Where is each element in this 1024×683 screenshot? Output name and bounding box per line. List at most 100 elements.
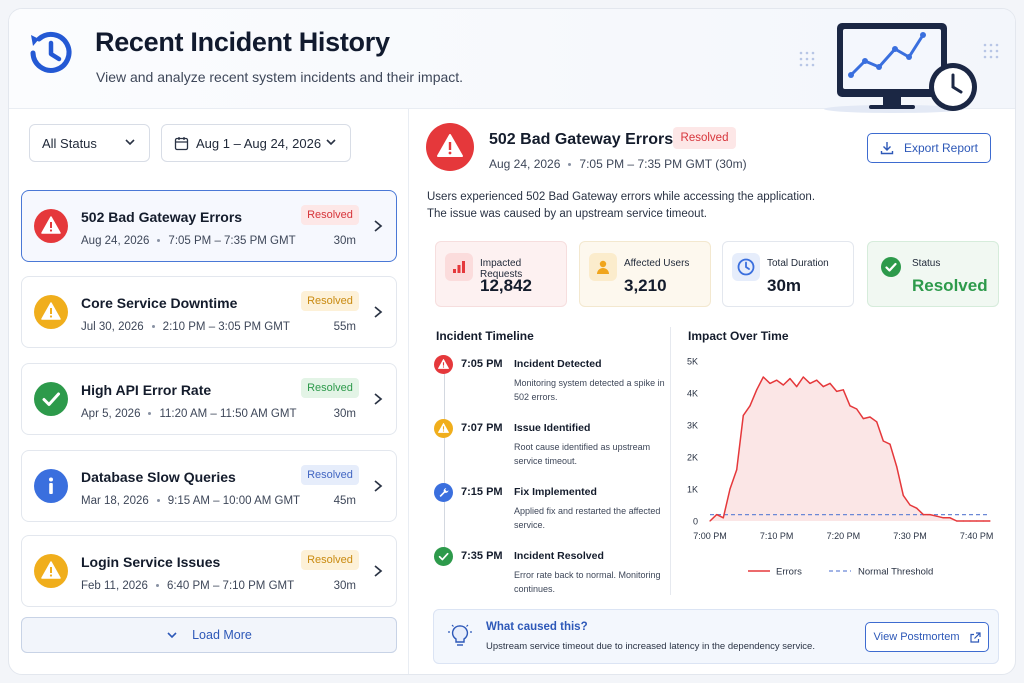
x-tick-label: 7:40 PM [960, 531, 994, 541]
errors-point [709, 520, 711, 522]
incident-time: 11:20 AM – 11:50 AM GMT [159, 408, 297, 420]
stat-card: Affected Users 3,210 [579, 241, 711, 307]
stat-card: Total Duration 30m [722, 241, 854, 307]
errors-point [796, 386, 798, 388]
alert-icon [434, 355, 453, 374]
errors-point [729, 488, 731, 490]
incident-time: 2:10 PM – 3:05 PM GMT [162, 321, 290, 333]
errors-point [989, 520, 991, 522]
errors-point [862, 418, 864, 420]
date-range-picker[interactable]: Aug 1 – Aug 24, 2026 [161, 124, 351, 162]
page-header: Recent Incident History View and analyze… [9, 9, 1015, 113]
incident-date: Mar 18, 2026 [81, 495, 149, 507]
status-filter-value: All Status [42, 135, 97, 151]
incident-date: Apr 5, 2026 [81, 408, 141, 420]
errors-point [849, 405, 851, 407]
errors-point [829, 382, 831, 384]
event-time: 7:15 PM [461, 486, 503, 498]
detail-title: 502 Bad Gateway Errors [489, 131, 674, 148]
errors-point [909, 504, 911, 506]
load-more-button[interactable]: Load More [21, 617, 397, 653]
cause-panel: What caused this? Upstream service timeo… [433, 609, 999, 664]
incident-duration: 45m [333, 495, 356, 507]
errors-point [816, 379, 818, 381]
status-badge: Resolved [301, 378, 359, 398]
incident-card[interactable]: 502 Bad Gateway Errors Aug 24, 2026 7:05 … [21, 190, 397, 262]
errors-point [969, 520, 971, 522]
warning-icon [34, 295, 68, 329]
warning-icon [434, 419, 453, 438]
alert-icon [34, 209, 68, 243]
download-icon [880, 142, 894, 155]
warning-icon [34, 554, 68, 588]
event-description: Monitoring system detected a spike in 50… [514, 378, 665, 402]
incident-card[interactable]: High API Error Rate Apr 5, 2026 11:20 AM … [21, 363, 397, 435]
status-filter-dropdown[interactable]: All Status [29, 124, 150, 162]
incident-detail-panel: 502 Bad Gateway Errors Resolved Aug 24, … [410, 109, 1015, 674]
errors-point [776, 379, 778, 381]
postmortem-label: View Postmortem [873, 631, 960, 643]
clock-icon [732, 253, 760, 281]
incident-description: Users experienced 502 Bad Gateway errors… [427, 189, 847, 223]
detail-time: 7:05 PM – 7:35 PM GMT (30m) [579, 157, 747, 171]
chevron-right-icon [374, 220, 383, 232]
chevron-right-icon [374, 306, 383, 318]
status-badge: Resolved [301, 291, 359, 311]
incident-duration: 30m [333, 580, 356, 592]
incident-date: Jul 30, 2026 [81, 321, 144, 333]
stat-card: Impacted Requests 12,842 [435, 241, 567, 307]
description-line: Users experienced 502 Bad Gateway errors… [427, 191, 816, 203]
errors-point [869, 416, 871, 418]
errors-point [789, 378, 791, 380]
errors-point [922, 514, 924, 516]
stat-value: 12,842 [480, 276, 532, 295]
errors-point [742, 414, 744, 416]
x-tick-label: 7:30 PM [893, 531, 927, 541]
external-link-icon [969, 631, 981, 643]
errors-point [802, 376, 804, 378]
incident-name: 502 Bad Gateway Errors [81, 209, 243, 225]
event-time: 7:07 PM [461, 422, 503, 434]
event-name: Issue Identified [514, 422, 591, 434]
stat-value: 3,210 [624, 276, 667, 295]
cause-description: Upstream service timeout due to increase… [486, 641, 815, 652]
event-description: Root cause identified as upstream servic… [514, 442, 651, 466]
errors-point [896, 466, 898, 468]
description-line: The issue was caused by an upstream serv… [427, 208, 707, 220]
legend-threshold-label: Normal Threshold [858, 567, 933, 578]
x-tick-label: 7:20 PM [827, 531, 861, 541]
page-subtitle: View and analyze recent system incidents… [96, 69, 464, 85]
y-tick-label: 3K [687, 421, 698, 431]
view-postmortem-button[interactable]: View Postmortem [865, 622, 989, 652]
bar-chart-icon [445, 253, 473, 281]
errors-point [716, 514, 718, 516]
event-name: Fix Implemented [514, 486, 597, 498]
y-tick-label: 5K [687, 357, 698, 367]
chevron-right-icon [374, 393, 383, 405]
errors-point [762, 376, 764, 378]
errors-point [782, 384, 784, 386]
incident-card[interactable]: Core Service Downtime Jul 30, 2026 2:10 P… [21, 276, 397, 348]
incident-card[interactable]: Database Slow Queries Mar 18, 2026 9:15 A… [21, 450, 397, 522]
errors-point [936, 515, 938, 517]
history-icon [30, 31, 72, 73]
stat-label: Status [912, 258, 941, 269]
errors-point [976, 520, 978, 522]
errors-point [916, 507, 918, 509]
lightbulb-icon [448, 624, 472, 646]
info-icon [34, 469, 68, 503]
stat-card: Status Resolved [867, 241, 999, 307]
errors-point [836, 390, 838, 392]
errors-point [809, 382, 811, 384]
incident-card[interactable]: Login Service Issues Feb 11, 2026 6:40 PM… [21, 535, 397, 607]
errors-point [962, 520, 964, 522]
cause-title: What caused this? [486, 621, 588, 633]
y-tick-label: 2K [687, 453, 698, 463]
event-description: Applied fix and restarted the affected s… [514, 506, 661, 530]
errors-point [876, 421, 878, 423]
impact-chart: 0 1K 2K 3K 4K 5K 7:00 PM 7:10 PM 7:20 PM 7:30 PM 7… [687, 357, 994, 578]
export-report-button[interactable]: Export Report [867, 133, 991, 163]
errors-point [889, 443, 891, 445]
errors-point [882, 440, 884, 442]
x-tick-label: 7:00 PM [693, 531, 727, 541]
